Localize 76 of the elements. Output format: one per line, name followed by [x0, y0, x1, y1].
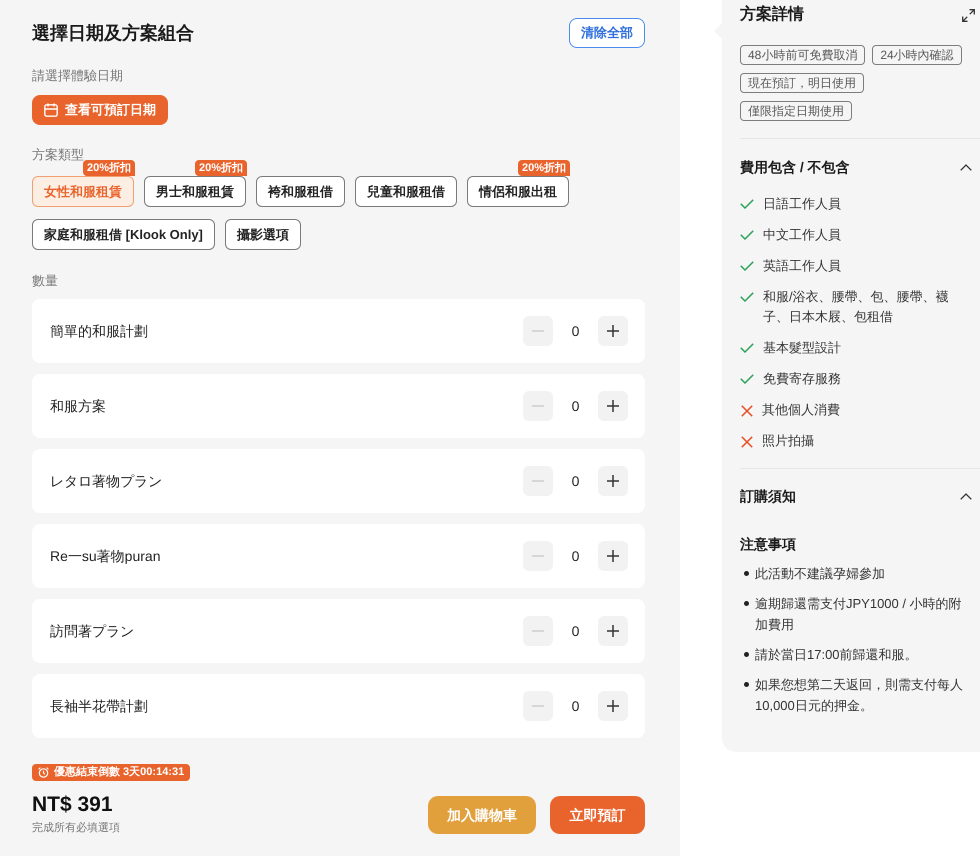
notes-heading: 注意事項: [740, 535, 796, 554]
bullet-icon: [744, 652, 749, 657]
field-label: 請選擇體驗日期: [32, 68, 123, 84]
note-text: 如果您想第二天返回，則需支付每人10,000日元的押金。: [755, 676, 964, 715]
bullet-icon: [744, 682, 749, 687]
quantity-value: 0: [570, 546, 580, 566]
plan-option[interactable]: 男士和服租賃: [144, 176, 246, 207]
feature-tag: 現在預訂，明日使用: [740, 73, 864, 93]
expand-icon[interactable]: [962, 8, 975, 22]
plan-name: 簡單的和服計劃: [50, 322, 148, 340]
bullet-icon: [744, 571, 749, 576]
section-title: 費用包含 / 不包含: [740, 158, 850, 177]
plan-option[interactable]: 袴和服租借: [256, 176, 345, 207]
increase-button[interactable]: [598, 616, 628, 646]
chevron-up-icon[interactable]: [960, 492, 972, 500]
discount-badge: 20%折扣: [518, 160, 570, 176]
plan-option[interactable]: 攝影選項: [224, 219, 301, 250]
minus-icon: [532, 705, 544, 707]
required-hint: 完成所有必填選項: [32, 820, 121, 836]
plan-option[interactable]: 情侶和服出租: [467, 176, 569, 207]
plan-option[interactable]: 兒童和服租借: [355, 176, 457, 207]
plan-name: レタロ著物プラン: [50, 472, 162, 490]
minus-icon: [532, 480, 544, 482]
increase-button[interactable]: [598, 541, 628, 571]
minus-icon: [532, 555, 544, 557]
section-title: 選擇日期及方案組合: [32, 22, 194, 45]
bullet-icon: [744, 601, 749, 606]
calendar-icon: [44, 103, 58, 117]
alarm-clock-icon: [38, 767, 49, 778]
minus-icon: [532, 630, 544, 632]
chevron-up-icon[interactable]: [960, 164, 972, 170]
plan-name: 訪問著プラン: [50, 622, 134, 640]
plan-name: 長袖半花帶計劃: [50, 696, 148, 716]
quantity-value: 0: [570, 622, 580, 640]
plan-name: 和服方案: [50, 396, 106, 416]
feature-tag: 48小時前可免費取消: [740, 45, 866, 65]
section-title: 訂購須知: [740, 487, 796, 506]
plan-name: Re一su著物puran: [50, 546, 160, 566]
minus-icon: [532, 405, 544, 407]
quantity-value: 0: [570, 322, 580, 340]
plus-icon: [607, 475, 619, 487]
plus-icon: [607, 325, 619, 337]
clear-all-button[interactable]: 清除全部: [569, 18, 645, 48]
minus-icon: [532, 330, 544, 332]
quantity-value: 0: [570, 472, 580, 490]
inclusion-text: 其他個人消費: [762, 401, 841, 419]
note-text: 請於當日17:00前歸還和服。: [755, 646, 919, 664]
discount-badge: 20%折扣: [82, 160, 135, 176]
inclusion-text: 和服/浴衣、腰帶、包、腰帶、襪子、日本木屐、包租借: [763, 288, 950, 326]
field-label: 方案類型: [32, 147, 84, 163]
inclusion-text: 基本髮型設計: [763, 339, 842, 357]
inclusion-text: 照片拍攝: [762, 432, 815, 450]
inclusion-text: 免費寄存服務: [763, 370, 842, 388]
inclusion-text: 中文工作人員: [763, 226, 842, 244]
feature-tag: 24小時內確認: [872, 45, 962, 65]
note-text: 逾期歸還需支付JPY1000 / 小時的附加費用: [755, 595, 963, 634]
plan-option[interactable]: 家庭和服租借 [Klook Only]: [32, 219, 215, 250]
quantity-value: 0: [570, 696, 580, 716]
discount-badge: 20%折扣: [194, 160, 247, 176]
note-text: 此活動不建議孕婦參加: [755, 565, 886, 583]
plus-icon: [607, 625, 619, 637]
countdown-text: 優惠結束倒數 3天00:14:31: [54, 764, 184, 780]
inclusion-text: 日語工作人員: [763, 195, 842, 213]
increase-button[interactable]: [598, 316, 628, 346]
field-label: 數量: [32, 273, 58, 289]
increase-button[interactable]: [598, 391, 628, 421]
total-price: NT$ 391: [32, 792, 113, 818]
increase-button[interactable]: [598, 466, 628, 496]
plus-icon: [607, 700, 619, 712]
plus-icon: [607, 550, 619, 562]
quantity-value: 0: [570, 396, 580, 416]
feature-tag: 僅限指定日期使用: [740, 101, 852, 121]
panel-title: 方案詳情: [740, 4, 804, 25]
inclusion-text: 英語工作人員: [763, 257, 842, 275]
increase-button[interactable]: [598, 691, 628, 721]
plus-icon: [607, 400, 619, 412]
